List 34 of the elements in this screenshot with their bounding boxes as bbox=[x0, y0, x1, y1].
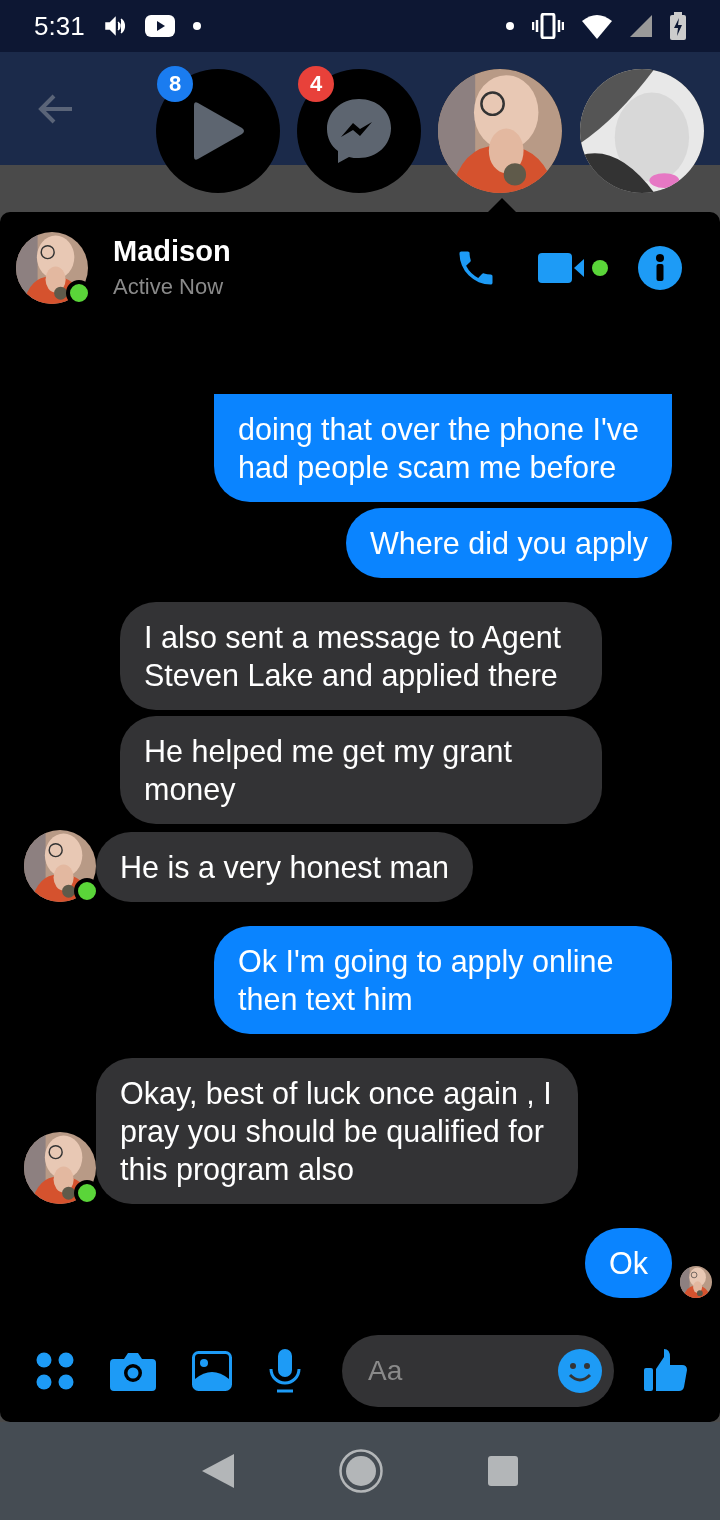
received-message: I also sent a message to Agent Steven Lake and applied there bbox=[120, 602, 602, 710]
contact-status: Active Now bbox=[113, 274, 225, 300]
video-app-icon bbox=[144, 15, 175, 37]
signal-icon bbox=[630, 15, 652, 37]
sent-message: Ok I'm going to apply online then text him bbox=[214, 926, 672, 1034]
dot-icon bbox=[506, 22, 514, 30]
battery-icon bbox=[670, 12, 686, 40]
like-button[interactable] bbox=[644, 1349, 688, 1393]
volume-icon bbox=[102, 14, 127, 38]
vibrate-icon bbox=[532, 13, 564, 39]
received-message: He is a very honest man bbox=[96, 832, 473, 902]
sent-message: Ok bbox=[585, 1228, 672, 1298]
received-message: He helped me get my grant money bbox=[120, 716, 602, 824]
back-arrow-icon bbox=[38, 92, 74, 125]
emoji-icon[interactable] bbox=[558, 1349, 602, 1393]
gallery-button[interactable] bbox=[192, 1351, 232, 1391]
back-button[interactable] bbox=[202, 1454, 235, 1488]
camera-button[interactable] bbox=[110, 1351, 156, 1391]
received-message: Okay, best of luck once again , I pray you should be qualified for this program also bbox=[96, 1058, 578, 1204]
message-input[interactable]: Aa bbox=[366, 1354, 558, 1388]
message-input-field[interactable]: Aa bbox=[342, 1335, 614, 1407]
dot-icon bbox=[192, 22, 201, 30]
status-time: 5:31 bbox=[34, 10, 85, 42]
sent-message: Where did you apply bbox=[345, 508, 672, 578]
video-call-button[interactable] bbox=[538, 250, 610, 285]
wifi-icon bbox=[582, 13, 612, 39]
contact-name: Madison bbox=[113, 235, 232, 268]
sent-message: doing that over the phone I've had people scam me before bbox=[214, 394, 672, 502]
recents-button[interactable] bbox=[487, 1456, 518, 1486]
home-button[interactable] bbox=[339, 1449, 383, 1493]
info-button[interactable] bbox=[638, 245, 682, 290]
more-options-button[interactable] bbox=[36, 1352, 74, 1390]
messenger-icon bbox=[325, 97, 393, 165]
microphone-button[interactable] bbox=[268, 1349, 302, 1393]
